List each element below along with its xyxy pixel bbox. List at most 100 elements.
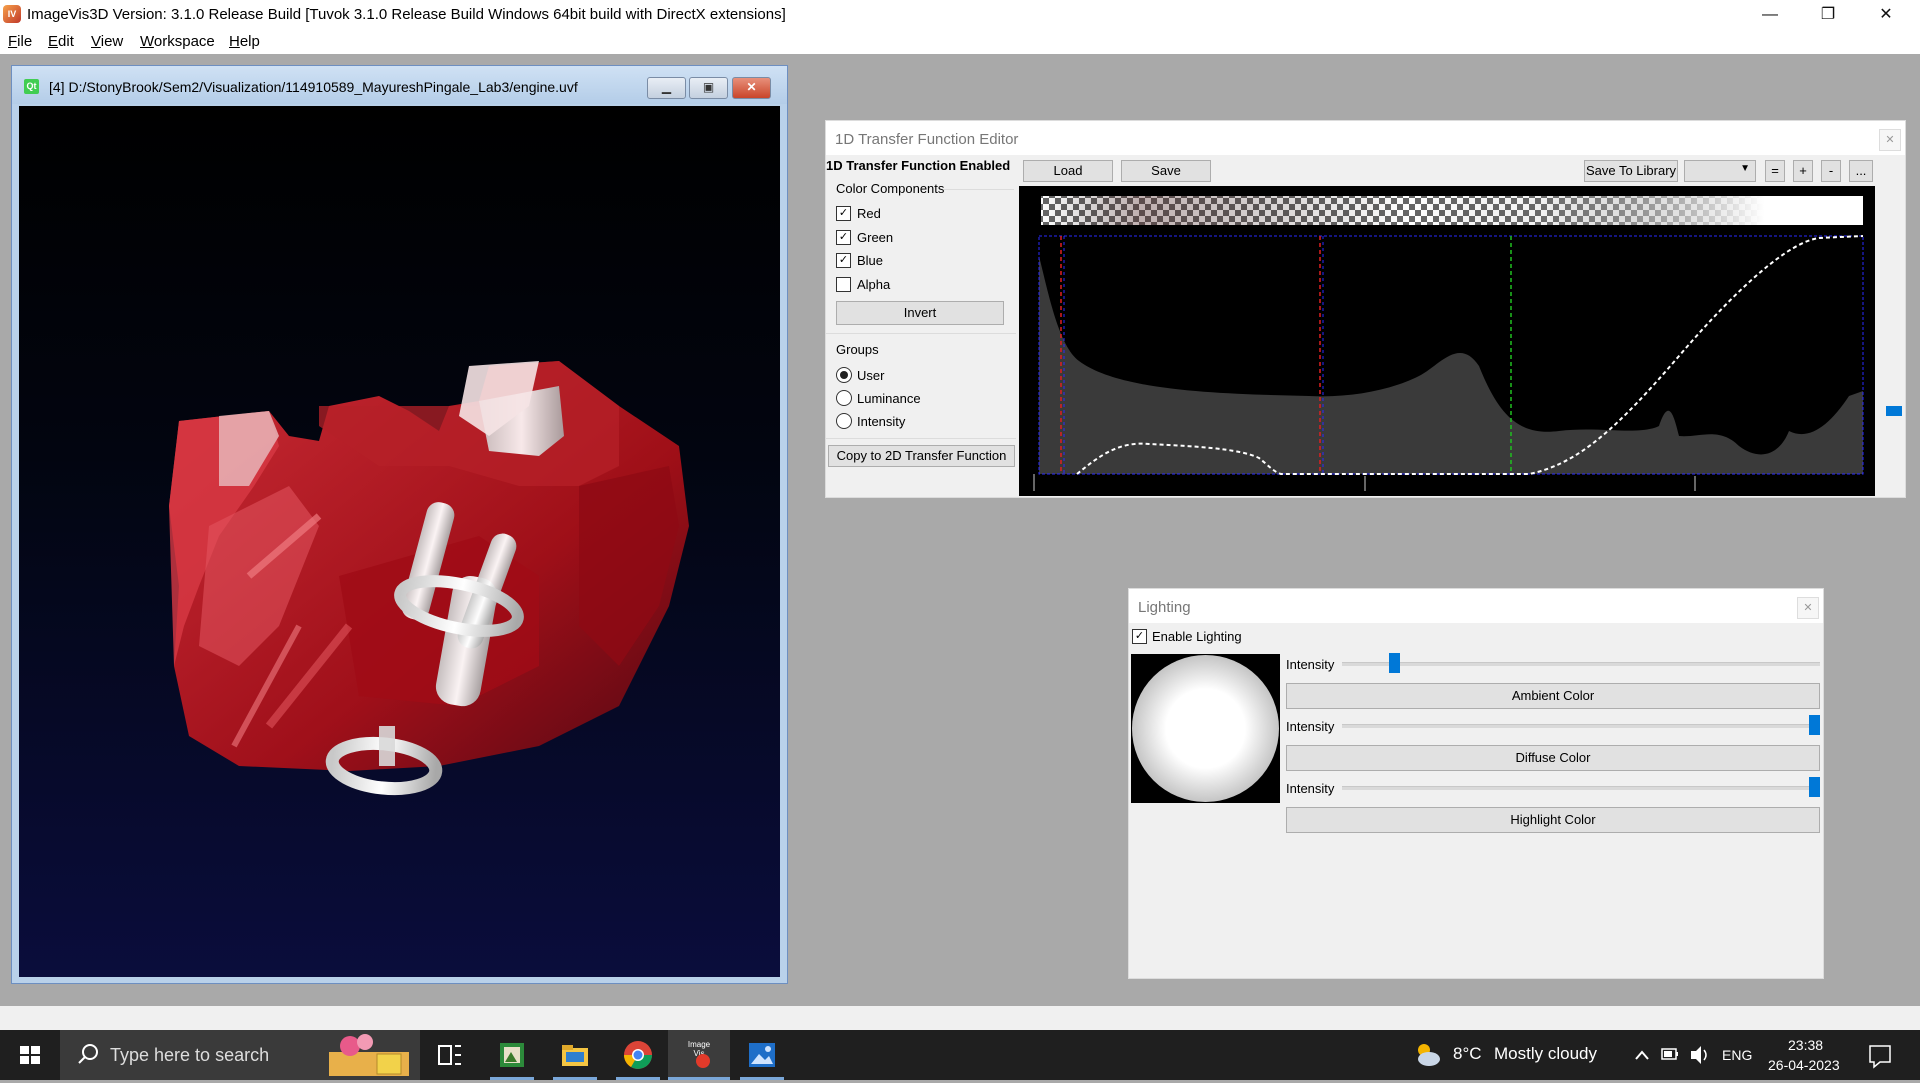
group-user-radio[interactable] bbox=[836, 367, 852, 383]
menu-view-mnemonic: V bbox=[91, 33, 101, 50]
restore-button[interactable]: ❐ bbox=[1799, 0, 1857, 29]
notifications-icon[interactable] bbox=[1868, 1030, 1892, 1080]
group-intensity-radio[interactable] bbox=[836, 413, 852, 429]
green-checkbox[interactable]: ✓ bbox=[836, 230, 851, 245]
imagevis-taskbar-button[interactable]: Image Vis bbox=[668, 1030, 730, 1080]
weather-description[interactable]: Mostly cloudy bbox=[1494, 1044, 1597, 1064]
lighting-close-button[interactable]: ✕ bbox=[1797, 597, 1819, 619]
tf-scroll-thumb[interactable] bbox=[1886, 406, 1902, 416]
diffuse-color-button[interactable]: Diffuse Color bbox=[1286, 745, 1820, 771]
menu-workspace-label: orkspace bbox=[153, 33, 215, 50]
tf-histogram-area bbox=[1039, 256, 1863, 474]
render-window-title: [4] D:/StonyBrook/Sem2/Visualization/114… bbox=[49, 79, 578, 95]
lighting-title: Lighting bbox=[1138, 599, 1191, 616]
enable-lighting-checkbox[interactable]: ✓ bbox=[1132, 629, 1147, 644]
copy-to-2d-button[interactable]: Copy to 2D Transfer Function bbox=[828, 445, 1015, 467]
group-intensity-label: Intensity bbox=[857, 414, 906, 429]
menu-edit[interactable]: Edit bbox=[48, 33, 74, 50]
chevron-up-icon[interactable] bbox=[1634, 1030, 1650, 1080]
file-explorer-icon[interactable] bbox=[558, 1038, 592, 1072]
menu-view[interactable]: View bbox=[91, 33, 123, 50]
group-user-label: User bbox=[857, 368, 885, 383]
tf-editor-window: 1D Transfer Function Editor ✕ 1D Transfe… bbox=[825, 120, 1906, 498]
lighting-preview bbox=[1131, 654, 1280, 803]
close-button[interactable]: ✕ bbox=[1857, 0, 1915, 29]
menu-file[interactable]: File bbox=[8, 33, 32, 50]
tf-equal-button[interactable]: = bbox=[1765, 160, 1785, 182]
alpha-label: Alpha bbox=[857, 277, 891, 292]
imagevis-logo-icon: IV bbox=[3, 5, 21, 23]
imagevis-badge-icon bbox=[696, 1054, 710, 1068]
menu-edit-label: dit bbox=[58, 33, 74, 50]
clock-date[interactable]: 26-04-2023 bbox=[1768, 1057, 1840, 1073]
group-luminance-radio[interactable] bbox=[836, 390, 852, 406]
lighting-title-bar[interactable]: Lighting ✕ bbox=[1129, 589, 1823, 623]
red-label: Red bbox=[857, 206, 881, 221]
photos-icon[interactable] bbox=[745, 1038, 779, 1072]
tf-histogram-canvas[interactable] bbox=[1019, 186, 1875, 496]
tf-vertical-scrollbar[interactable] bbox=[1884, 156, 1902, 496]
ambient-intensity-thumb[interactable] bbox=[1388, 653, 1400, 673]
diffuse-intensity-thumb[interactable] bbox=[1809, 715, 1820, 735]
save-button[interactable]: Save bbox=[1121, 160, 1211, 182]
highlight-intensity-label: Intensity bbox=[1286, 781, 1335, 796]
volume-icon[interactable] bbox=[1688, 1030, 1710, 1080]
highlight-intensity-slider[interactable] bbox=[1342, 786, 1820, 790]
save-to-library-button[interactable]: Save To Library bbox=[1584, 160, 1678, 182]
blue-checkbox[interactable]: ✓ bbox=[836, 253, 851, 268]
tf-add-button[interactable]: + bbox=[1793, 160, 1813, 182]
render-maximize-button[interactable]: ▣ bbox=[689, 77, 728, 99]
highlight-color-button[interactable]: Highlight Color bbox=[1286, 807, 1820, 833]
battery-icon[interactable] bbox=[1660, 1030, 1680, 1080]
invert-button[interactable]: Invert bbox=[836, 301, 1004, 325]
weather-cloudy-icon[interactable] bbox=[1410, 1038, 1444, 1072]
alpha-checkbox[interactable] bbox=[836, 277, 851, 292]
tf-more-button[interactable]: ... bbox=[1849, 160, 1873, 182]
color-components-label: Color Components bbox=[836, 181, 945, 196]
chevron-down-icon: ▼ bbox=[1740, 163, 1750, 174]
tf-editor-close-button[interactable]: ✕ bbox=[1879, 129, 1901, 151]
divider bbox=[826, 438, 1016, 439]
task-view-icon[interactable] bbox=[433, 1038, 467, 1072]
groups-label: Groups bbox=[836, 342, 879, 357]
menu-file-label: ile bbox=[17, 33, 33, 50]
render-close-button[interactable]: ✕ bbox=[732, 77, 771, 99]
tf-editor-title-bar[interactable]: 1D Transfer Function Editor ✕ bbox=[826, 121, 1905, 155]
menu-workspace[interactable]: Workspace bbox=[140, 33, 215, 50]
ambient-color-button[interactable]: Ambient Color bbox=[1286, 683, 1820, 709]
search-icon bbox=[78, 1044, 98, 1064]
app-title-bar: IV ImageVis3D Version: 3.1.0 Release Bui… bbox=[0, 0, 1920, 29]
menu-edit-mnemonic: E bbox=[48, 33, 59, 50]
highlight-intensity-thumb[interactable] bbox=[1809, 777, 1820, 797]
minimize-button[interactable]: — bbox=[1741, 0, 1799, 29]
ambient-intensity-slider[interactable] bbox=[1342, 662, 1820, 666]
clock-time[interactable]: 23:38 bbox=[1788, 1037, 1823, 1053]
app-title: ImageVis3D Version: 3.1.0 Release Build … bbox=[27, 6, 786, 23]
render-minimize-button[interactable]: ▁ bbox=[647, 77, 686, 99]
render-window-title-bar[interactable]: Qt [4] D:/StonyBrook/Sem2/Visualization/… bbox=[12, 66, 787, 104]
diffuse-intensity-label: Intensity bbox=[1286, 719, 1335, 734]
volume-render-view[interactable] bbox=[19, 106, 780, 977]
chrome-icon[interactable] bbox=[621, 1038, 655, 1072]
status-bar bbox=[0, 1006, 1920, 1030]
taskbar-search-box[interactable]: Type here to search bbox=[60, 1030, 420, 1080]
windows-logo-icon bbox=[20, 1046, 40, 1064]
lighting-sphere bbox=[1132, 655, 1279, 802]
qt-icon: Qt bbox=[24, 79, 39, 94]
tf-histogram-plot bbox=[1033, 196, 1864, 491]
library-select[interactable]: ▼ bbox=[1684, 160, 1756, 182]
red-checkbox[interactable]: ✓ bbox=[836, 206, 851, 221]
menu-help[interactable]: Help bbox=[229, 33, 260, 50]
diffuse-intensity-slider[interactable] bbox=[1342, 724, 1820, 728]
load-button[interactable]: Load bbox=[1023, 160, 1113, 182]
tf-remove-button[interactable]: - bbox=[1821, 160, 1841, 182]
tf-preview-gradient bbox=[1041, 196, 1863, 225]
menu-file-mnemonic: F bbox=[8, 33, 18, 50]
tf-editor-title: 1D Transfer Function Editor bbox=[835, 131, 1019, 148]
weather-temperature[interactable]: 8°C bbox=[1453, 1044, 1482, 1064]
start-button[interactable] bbox=[0, 1030, 60, 1080]
tf-enabled-label: 1D Transfer Function Enabled bbox=[826, 158, 1011, 173]
photo-editor-icon[interactable] bbox=[495, 1038, 529, 1072]
language-indicator[interactable]: ENG bbox=[1722, 1047, 1752, 1063]
engine-block bbox=[169, 361, 689, 796]
